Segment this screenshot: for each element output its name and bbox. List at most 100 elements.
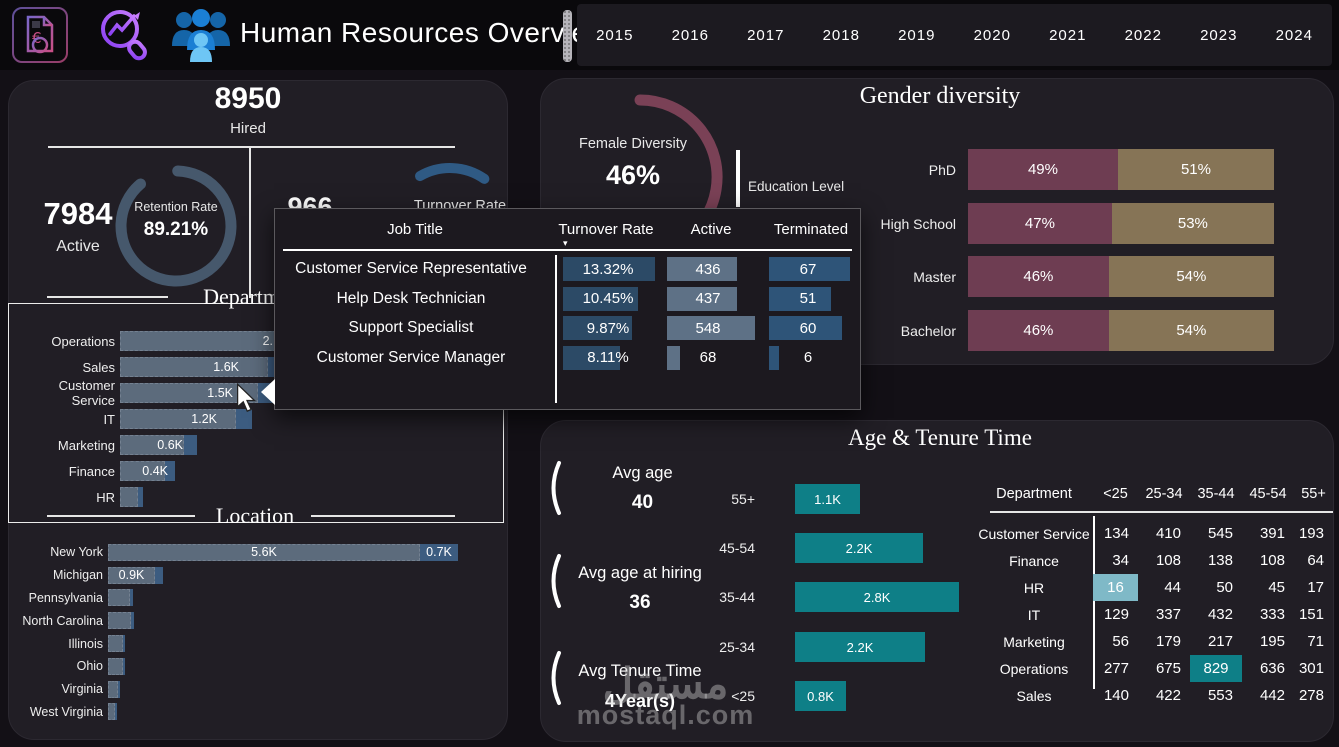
gender-female-segment[interactable]: 49% [968, 149, 1118, 190]
location-bar[interactable] [108, 589, 133, 606]
bar-segment-active[interactable] [108, 589, 130, 606]
table-row[interactable]: Customer Service134410545391193 [975, 520, 1333, 547]
location-bar[interactable] [108, 681, 120, 698]
year-button-2019[interactable]: 2019 [888, 19, 945, 52]
table-cell: 129 [1093, 601, 1138, 628]
department-bar[interactable]: 0.6K [120, 435, 197, 455]
department-bar[interactable]: 0.4K [120, 461, 175, 481]
year-button-2023[interactable]: 2023 [1190, 19, 1247, 52]
year-button-2018[interactable]: 2018 [813, 19, 870, 52]
year-button-2021[interactable]: 2021 [1039, 19, 1096, 52]
bar-segment-terminated[interactable] [115, 703, 117, 720]
year-button-2020[interactable]: 2020 [964, 19, 1021, 52]
year-button-2022[interactable]: 2022 [1115, 19, 1172, 52]
bar-segment-terminated[interactable] [123, 635, 125, 652]
department-bar[interactable]: 1.6K [120, 357, 285, 377]
location-bar[interactable]: 0.9K [108, 567, 163, 584]
table-row[interactable]: HR1644504517 [975, 574, 1333, 601]
age-bar[interactable]: 1.1K [795, 484, 860, 514]
year-button-2016[interactable]: 2016 [662, 19, 719, 52]
female-diversity-label: Female Diversity [563, 136, 703, 152]
mouse-cursor [234, 383, 260, 413]
table-header-cell[interactable]: Department [975, 480, 1093, 507]
bar-segment-active[interactable] [108, 681, 118, 698]
table-cell: 391 [1242, 520, 1294, 547]
bar-segment-active[interactable]: 0.4K [120, 461, 165, 481]
location-bar-row: Michigan 0.9K [8, 564, 502, 587]
bar-value-label: 1.6K [121, 358, 239, 376]
year-button-2024[interactable]: 2024 [1266, 19, 1323, 52]
table-cell: 337 [1138, 601, 1190, 628]
bar-segment-terminated[interactable] [131, 612, 134, 629]
location-bar-label: Michigan [8, 568, 103, 582]
bar-segment-terminated[interactable] [123, 658, 125, 675]
tooltip-header-underline [283, 249, 852, 251]
bar-segment-active[interactable] [108, 635, 123, 652]
bar-segment-terminated[interactable]: 0.7K [420, 544, 458, 561]
table-cell: 422 [1138, 682, 1190, 709]
department-bar[interactable]: 1.2K [120, 409, 252, 429]
gender-female-segment[interactable]: 46% [968, 310, 1109, 351]
table-header-cell[interactable]: <25 [1093, 480, 1138, 507]
table-cell: 64 [1294, 547, 1333, 574]
table-row[interactable]: Marketing5617921719571 [975, 628, 1333, 655]
age-bar[interactable]: 2.2K [795, 632, 925, 662]
tooltip-header-rate[interactable]: Turnover Rate [558, 221, 654, 238]
tooltip-rate-value: 10.45% [560, 287, 656, 311]
magnifier-trend-icon[interactable] [90, 4, 162, 66]
bar-segment-active[interactable] [120, 487, 138, 507]
table-cell: 829 [1190, 655, 1242, 682]
year-button-2017[interactable]: 2017 [737, 19, 794, 52]
table-header-cell[interactable]: 25-34 [1138, 480, 1190, 507]
tooltip-header-terminated[interactable]: Terminated [767, 221, 855, 238]
tooltip-header-active[interactable]: Active [667, 221, 755, 238]
location-bar[interactable] [108, 635, 125, 652]
bar-segment-active[interactable]: 1.6K [120, 357, 268, 377]
table-row-label: Finance [975, 547, 1093, 574]
gender-male-segment[interactable]: 54% [1109, 310, 1274, 351]
table-header-cell[interactable]: 45-54 [1242, 480, 1294, 507]
bar-segment-terminated[interactable] [184, 435, 197, 455]
bar-segment-active[interactable] [108, 612, 131, 629]
year-button-2015[interactable]: 2015 [586, 19, 643, 52]
bar-segment-active[interactable]: 0.6K [120, 435, 184, 455]
age-bar[interactable]: 0.8K [795, 681, 846, 711]
table-row[interactable]: IT129337432333151 [975, 601, 1333, 628]
table-cell: 108 [1138, 547, 1190, 574]
people-group-icon[interactable] [168, 6, 234, 66]
bar-segment-terminated[interactable] [155, 567, 163, 584]
table-row[interactable]: Finance3410813810864 [975, 547, 1333, 574]
retention-value: 89.21% [113, 219, 239, 241]
table-row[interactable]: Operations277675829636301 [975, 655, 1333, 682]
table-header-cell[interactable]: 55+ [1294, 480, 1333, 507]
age-bar[interactable]: 2.2K [795, 533, 923, 563]
table-row-label: Marketing [975, 628, 1093, 655]
location-bar[interactable]: 5.6K0.7K [108, 544, 458, 561]
gender-male-segment[interactable]: 54% [1109, 256, 1274, 297]
tooltip-header-job[interactable]: Job Title [275, 221, 555, 238]
slicer-scrollbar[interactable] [563, 10, 572, 62]
bar-segment-terminated[interactable] [138, 487, 143, 507]
gender-female-segment[interactable]: 46% [968, 256, 1109, 297]
age-bar[interactable]: 2.8K [795, 582, 959, 612]
location-bar[interactable] [108, 612, 134, 629]
gender-male-segment[interactable]: 53% [1112, 203, 1274, 244]
bar-segment-active[interactable]: 5.6K [108, 544, 420, 561]
location-bar-label: Virginia [8, 682, 103, 696]
table-cell: 277 [1093, 655, 1138, 682]
gender-female-segment[interactable]: 47% [968, 203, 1112, 244]
table-row[interactable]: Sales140422553442278 [975, 682, 1333, 709]
bar-segment-active[interactable]: 1.2K [120, 409, 236, 429]
department-bar[interactable] [120, 487, 143, 507]
gender-male-segment[interactable]: 51% [1118, 149, 1274, 190]
bar-segment-active[interactable]: 0.9K [108, 567, 155, 584]
table-header-cell[interactable]: 35-44 [1190, 480, 1242, 507]
report-search-icon[interactable]: € [10, 5, 70, 65]
bar-segment-active[interactable] [108, 658, 123, 675]
bar-segment-terminated[interactable] [118, 681, 120, 698]
tooltip-pointer [261, 379, 275, 405]
location-bar[interactable] [108, 703, 117, 720]
location-bar[interactable] [108, 658, 125, 675]
bar-segment-terminated[interactable] [130, 589, 133, 606]
bar-segment-active[interactable] [108, 703, 115, 720]
